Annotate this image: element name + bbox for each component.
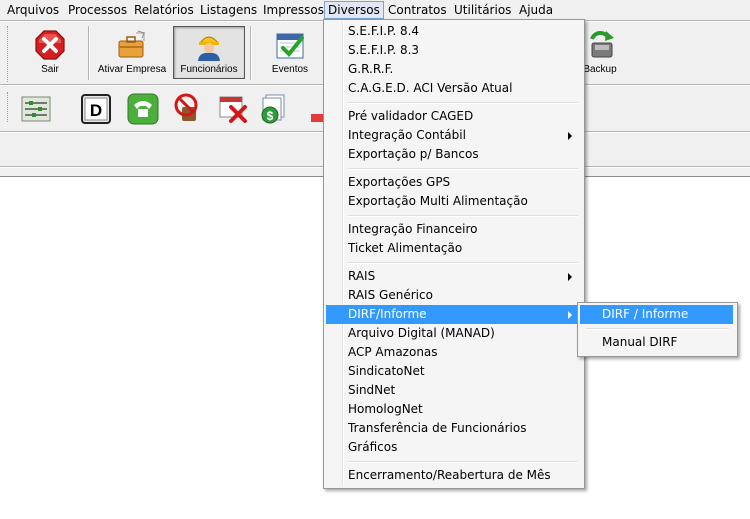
menu-diversos[interactable]: Diversos [324, 1, 384, 19]
menu-item-rais[interactable]: RAIS [326, 267, 580, 286]
menu-item-pre-validador-caged[interactable]: Pré validador CAGED [326, 107, 580, 126]
submenu-arrow-icon [568, 132, 572, 140]
diversos-dropdown-menu: S.E.F.I.P. 8.4 S.E.F.I.P. 8.3 G.R.R.F. C… [323, 19, 585, 489]
menu-arquivos[interactable]: Arquivos [6, 2, 60, 18]
menu-item-sefip-84[interactable]: S.E.F.I.P. 8.4 [326, 22, 580, 41]
dirf-submenu: DIRF / Informe Manual DIRF [577, 302, 738, 357]
money-icon[interactable]: $ [258, 93, 290, 125]
ativar-empresa-label: Ativar Empresa [97, 64, 167, 75]
funcionarios-label: Funcionários [180, 64, 238, 75]
toolbar-grip [7, 92, 11, 122]
sair-button[interactable]: Sair [20, 24, 80, 80]
d-key-icon[interactable]: D [80, 93, 112, 125]
menu-item-sindnet[interactable]: SindNet [326, 381, 580, 400]
menu-separator [348, 215, 578, 217]
sair-label: Sair [41, 64, 59, 75]
menu-item-caged[interactable]: C.A.G.E.D. ACI Versão Atual [326, 79, 580, 98]
ativar-empresa-button[interactable]: Ativar Empresa [96, 24, 168, 80]
funcionarios-button[interactable]: Funcionários [173, 26, 245, 79]
menu-item-acp-amazonas[interactable]: ACP Amazonas [326, 343, 580, 362]
menu-item-graficos[interactable]: Gráficos [326, 438, 580, 457]
menu-relatorios[interactable]: Relatórios [133, 2, 195, 18]
menu-item-integracao-financeiro[interactable]: Integração Financeiro [326, 220, 580, 239]
menu-separator [348, 168, 578, 170]
calendar-check-icon [276, 33, 304, 59]
menu-item-exportacao-multi-alimentacao[interactable]: Exportação Multi Alimentação [326, 192, 580, 211]
menu-separator [348, 262, 578, 264]
menu-item-arquivo-digital-manad[interactable]: Arquivo Digital (MANAD) [326, 324, 580, 343]
menu-item-ticket-alimentacao[interactable]: Ticket Alimentação [326, 239, 580, 258]
menu-bar: Arquivos Processos Relatórios Listagens … [0, 0, 750, 20]
menu-item-rais-generico[interactable]: RAIS Genérico [326, 286, 580, 305]
menu-impressos[interactable]: Impressos [262, 2, 325, 18]
menu-listagens[interactable]: Listagens [199, 2, 258, 18]
calendar-cancel-icon[interactable] [217, 93, 249, 125]
menu-separator [586, 328, 729, 330]
menu-contratos[interactable]: Contratos [387, 2, 448, 18]
menu-item-exportacao-bancos[interactable]: Exportação p/ Bancos [326, 145, 580, 164]
menu-separator [348, 461, 578, 463]
menu-item-grrf[interactable]: G.R.R.F. [326, 60, 580, 79]
svg-text:D: D [90, 101, 102, 120]
eventos-button[interactable]: Eventos [258, 24, 322, 80]
menu-item-integracao-contabil[interactable]: Integração Contábil [326, 126, 580, 145]
toolbar-divider [88, 26, 90, 80]
no-stamp-icon[interactable] [172, 93, 204, 125]
toolbar-divider [250, 26, 252, 80]
menu-item-exportacoes-gps[interactable]: Exportações GPS [326, 173, 580, 192]
menu-item-homolognet[interactable]: HomologNet [326, 400, 580, 419]
red-icon[interactable] [311, 114, 323, 122]
worker-icon [198, 36, 220, 61]
toolbar-grip [7, 26, 11, 82]
submenu-arrow-icon [568, 273, 572, 281]
backup-icon [590, 31, 614, 58]
sliders-icon[interactable] [20, 93, 52, 125]
menu-item-sindicatonet[interactable]: SindicatoNet [326, 362, 580, 381]
menu-item-transferencia-funcionarios[interactable]: Transferência de Funcionários [326, 419, 580, 438]
phone-icon[interactable] [127, 93, 159, 125]
briefcase-icon [118, 30, 145, 58]
submenu-item-manual-dirf[interactable]: Manual DIRF [580, 333, 733, 352]
menu-item-encerramento-reabertura[interactable]: Encerramento/Reabertura de Mês [326, 466, 580, 485]
menu-item-sefip-83[interactable]: S.E.F.I.P. 8.3 [326, 41, 580, 60]
close-x-icon [35, 30, 65, 60]
submenu-item-dirf-informe[interactable]: DIRF / Informe [580, 305, 733, 324]
menu-separator [348, 102, 578, 104]
menu-item-dirf-informe[interactable]: DIRF/Informe [326, 305, 580, 324]
menu-ajuda[interactable]: Ajuda [518, 2, 554, 18]
menu-utilitarios[interactable]: Utilitários [453, 2, 512, 18]
submenu-arrow-icon [568, 311, 572, 319]
eventos-label: Eventos [271, 64, 309, 75]
menu-processos[interactable]: Processos [67, 2, 128, 18]
svg-text:$: $ [267, 109, 274, 123]
